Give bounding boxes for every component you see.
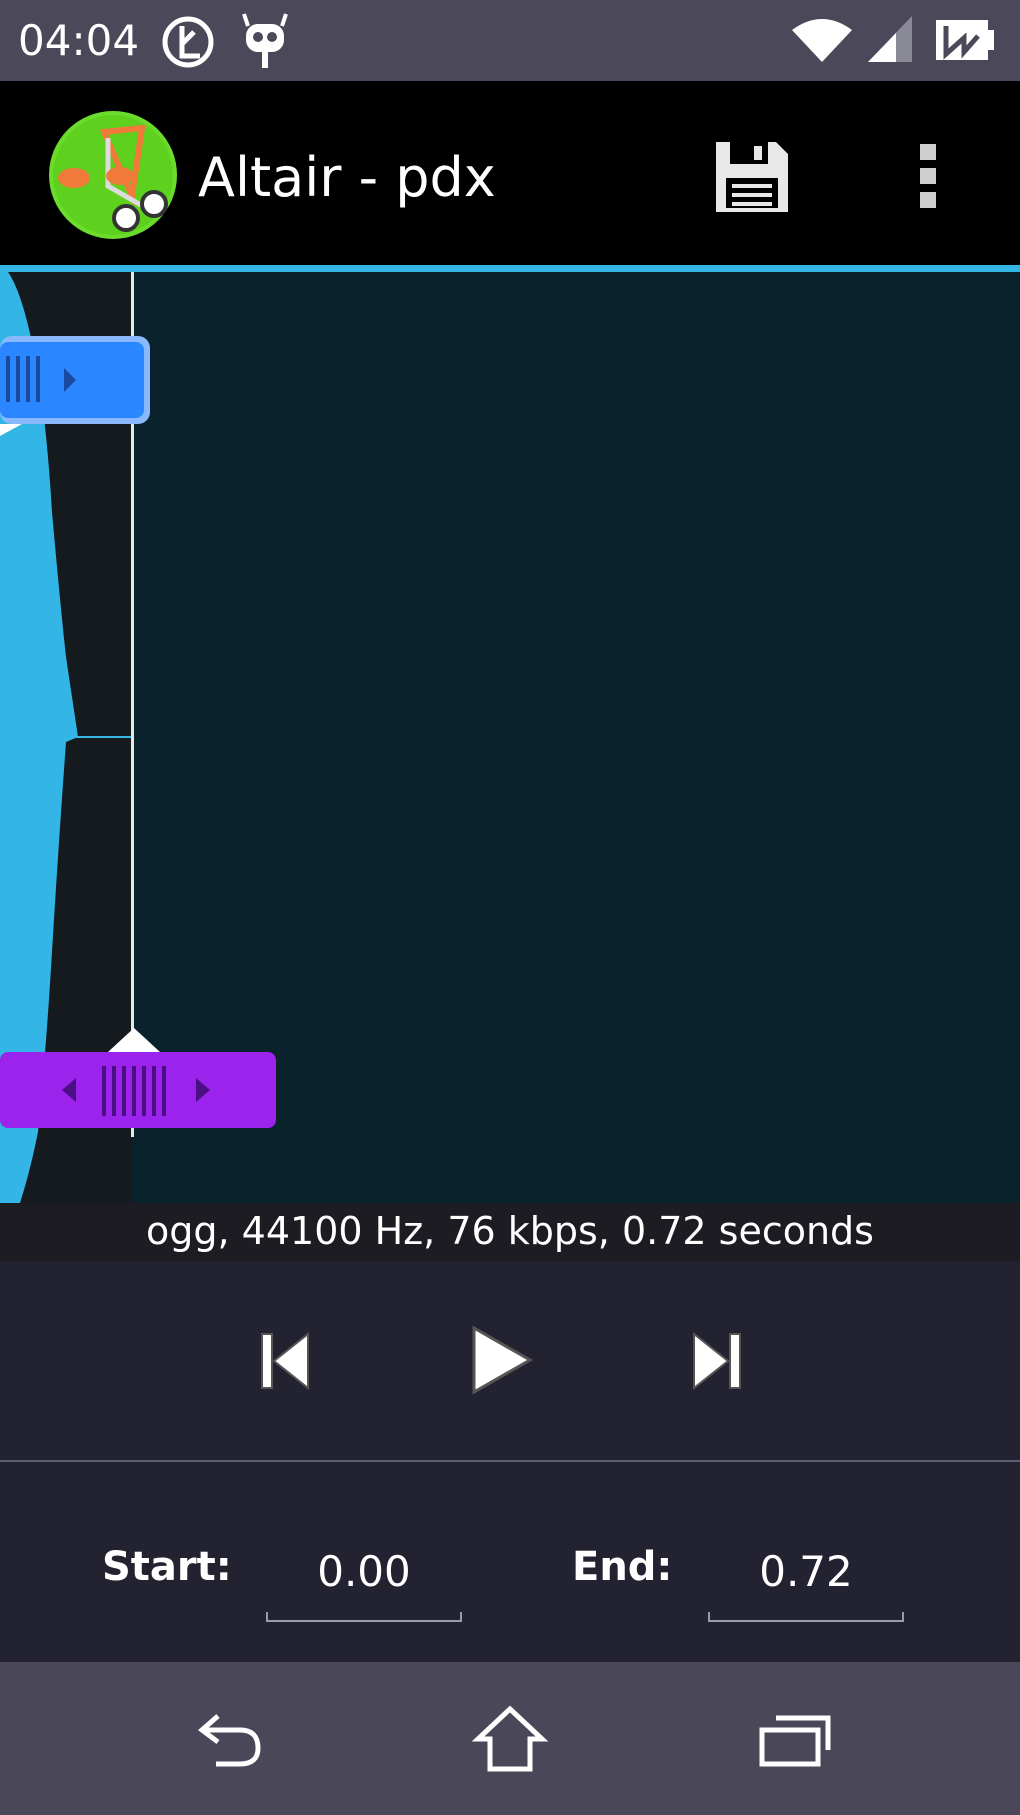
- end-time-field[interactable]: 0.72: [708, 1532, 904, 1622]
- end-marker-handle-icon[interactable]: [0, 1024, 280, 1130]
- skip-next-icon[interactable]: [688, 1328, 746, 1394]
- cyanogenmod-icon: [242, 13, 288, 68]
- end-time-value: 0.72: [759, 1547, 853, 1596]
- wifi-icon: [792, 19, 852, 62]
- end-field-underline: [708, 1612, 904, 1622]
- back-button[interactable]: [168, 1700, 288, 1780]
- back-icon: [198, 1714, 261, 1767]
- skip-previous-icon[interactable]: [256, 1328, 314, 1394]
- end-label: End:: [572, 1544, 673, 1590]
- start-time-field[interactable]: 0.00: [266, 1532, 462, 1622]
- start-label: Start:: [102, 1544, 232, 1590]
- battery-charging-icon: [936, 20, 994, 60]
- waveform-view[interactable]: [0, 272, 1020, 1203]
- start-time-value: 0.00: [317, 1547, 411, 1596]
- play-icon[interactable]: [466, 1322, 536, 1398]
- home-button[interactable]: [450, 1700, 570, 1780]
- ringdroid-app-icon[interactable]: [46, 108, 180, 242]
- app-title: Altair - pdx: [198, 146, 496, 209]
- home-icon: [471, 1705, 549, 1772]
- action-bar-accent-line: [0, 265, 1020, 272]
- recent-apps-icon: [759, 1715, 831, 1767]
- status-time: 04:04: [18, 16, 140, 65]
- overflow-menu-icon[interactable]: [914, 140, 944, 212]
- bootloader-unlock-icon: [162, 16, 214, 68]
- recent-apps-button[interactable]: [734, 1700, 854, 1780]
- save-icon[interactable]: [714, 140, 790, 214]
- start-field-underline: [266, 1612, 462, 1622]
- audio-info-text: ogg, 44100 Hz, 76 kbps, 0.72 seconds: [146, 1209, 874, 1253]
- start-marker-handle-icon[interactable]: [0, 332, 154, 438]
- cell-signal-icon: [868, 16, 912, 62]
